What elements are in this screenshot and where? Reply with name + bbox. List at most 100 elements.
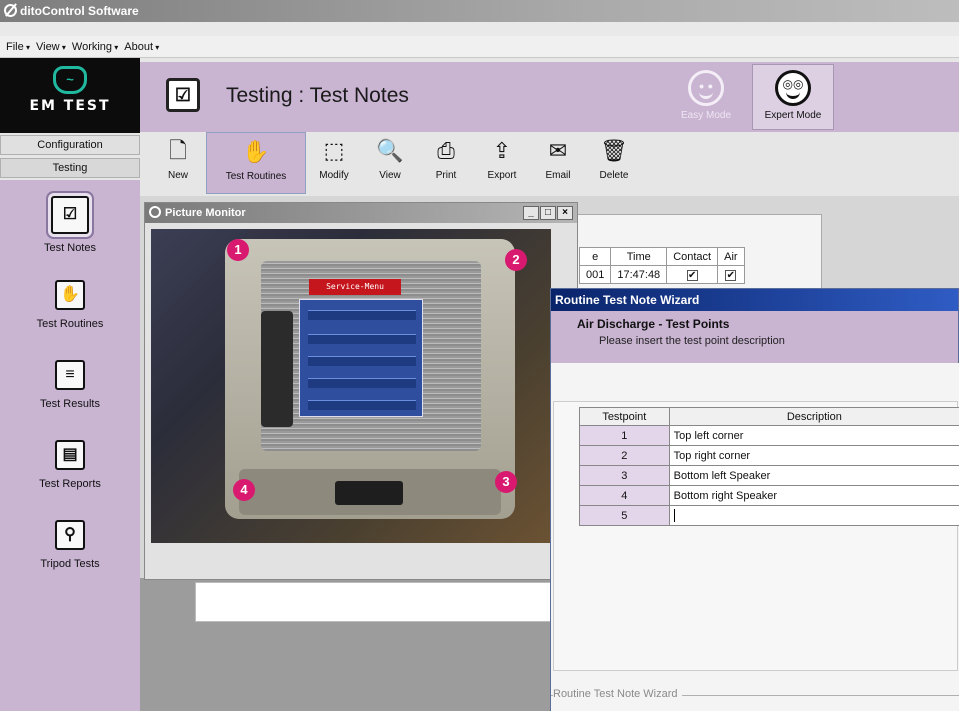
- tv-menu-line: [308, 334, 416, 344]
- menu-strip: [0, 22, 959, 36]
- glasses-smiley-icon: [775, 70, 811, 106]
- modify-button[interactable]: ⬚ Modify: [306, 132, 362, 194]
- export-label: Export: [487, 170, 517, 181]
- testpoint-number: 1: [579, 425, 670, 446]
- email-label: Email: [545, 170, 571, 181]
- envelope-icon: ✉: [548, 139, 568, 164]
- menu-working[interactable]: Working: [72, 41, 118, 53]
- toolbar: 🗋 New ✋ Test Routines ⬚ Modify 🔍 View ⎙ …: [140, 132, 959, 196]
- table-row[interactable]: 2 Top right corner: [579, 445, 959, 466]
- page-title: Testing : Test Notes: [226, 84, 409, 107]
- wizard-titlebar[interactable]: Routine Test Note Wizard: [551, 289, 958, 311]
- test-routines-button[interactable]: ✋ Test Routines: [206, 132, 306, 194]
- wizard-heading: Air Discharge - Test Points: [577, 317, 730, 331]
- wizard-group-box: Routine Test Note Wizard: [551, 688, 959, 700]
- column-header-testpoint[interactable]: Testpoint: [579, 407, 670, 426]
- title-bar: ditoControl Software: [0, 0, 959, 22]
- air-checkbox[interactable]: ✔: [717, 265, 745, 284]
- text-cursor: [673, 509, 675, 522]
- table-row[interactable]: 1 Top left corner: [579, 425, 959, 446]
- sidebar-item-test-routines[interactable]: ✋ Test Routines: [0, 270, 140, 348]
- test-routines-label: Test Routines: [225, 171, 287, 182]
- testpoint-number: 5: [579, 505, 670, 526]
- checkmark-icon: ✔: [686, 269, 698, 281]
- testpoint-number: 4: [579, 485, 670, 506]
- tv-menu-line: [308, 310, 416, 320]
- table-cell: 001: [578, 265, 612, 284]
- expert-mode-label: Expert Mode: [764, 110, 822, 121]
- sidebar-item-test-reports[interactable]: ▤ Test Reports: [0, 430, 140, 508]
- printer-icon: ⎙: [437, 139, 455, 164]
- contact-checkbox[interactable]: ✔: [666, 265, 719, 284]
- wizard-group-label: Routine Test Note Wizard: [553, 688, 682, 700]
- tripod-icon: ⚲: [55, 520, 85, 550]
- test-notes-icon: ☑: [51, 196, 89, 234]
- column-header-description[interactable]: Description: [668, 407, 959, 426]
- test-point-marker-1: 1: [227, 239, 249, 261]
- new-label: New: [167, 170, 188, 181]
- close-icon[interactable]: ×: [557, 206, 573, 220]
- sidebar-item-test-notes[interactable]: ☑ Test Notes: [0, 180, 140, 258]
- description-cell[interactable]: Bottom left Speaker: [668, 465, 959, 486]
- tv-photo: Service-Menu 1 2 3 4: [151, 229, 551, 543]
- table-cell: 17:47:48: [610, 265, 668, 284]
- description-input[interactable]: [668, 505, 959, 526]
- tab-configuration[interactable]: Configuration: [0, 135, 140, 155]
- column-header[interactable]: Contact: [666, 247, 719, 266]
- email-button[interactable]: ✉ Email: [530, 132, 586, 194]
- report-icon: ▤: [55, 440, 85, 470]
- sidebar-item-tripod-tests[interactable]: ⚲ Tripod Tests: [0, 510, 140, 588]
- table-row[interactable]: 4 Bottom right Speaker: [579, 485, 959, 506]
- tv-menu-title: Service-Menu: [309, 279, 401, 295]
- menu-file[interactable]: File: [6, 41, 30, 53]
- tv-body: Service-Menu: [225, 239, 515, 519]
- app-title: ditoControl Software: [20, 4, 139, 18]
- tab-testing[interactable]: Testing: [0, 158, 140, 178]
- print-label: Print: [435, 170, 457, 181]
- column-header[interactable]: Time: [610, 247, 668, 266]
- menu-bar: File View Working About: [0, 36, 959, 58]
- column-header[interactable]: e: [578, 247, 612, 266]
- notes-field[interactable]: [195, 582, 555, 622]
- easy-mode-button[interactable]: Easy Mode: [668, 66, 744, 128]
- export-button[interactable]: ⇪ Export: [474, 132, 530, 194]
- description-cell[interactable]: Top left corner: [668, 425, 959, 446]
- easy-mode-label: Easy Mode: [680, 110, 732, 121]
- testpoint-number: 2: [579, 445, 670, 466]
- tv-menu-line: [308, 356, 416, 366]
- description-cell[interactable]: Top right corner: [668, 445, 959, 466]
- minimize-icon[interactable]: _: [523, 206, 539, 220]
- new-button[interactable]: 🗋 New: [150, 132, 206, 194]
- expert-mode-button[interactable]: Expert Mode: [752, 64, 834, 130]
- table-row[interactable]: 3 Bottom left Speaker: [579, 465, 959, 486]
- em-test-logo-icon: ~: [53, 66, 87, 94]
- description-cell[interactable]: Bottom right Speaker: [668, 485, 959, 506]
- page-header: ☑ Testing : Test Notes Easy Mode Expert …: [140, 62, 959, 132]
- delete-button[interactable]: 🗑 Delete: [586, 132, 642, 194]
- modify-label: Modify: [319, 170, 349, 181]
- tv-menu-line: [308, 400, 416, 410]
- menu-view[interactable]: View: [36, 41, 66, 53]
- checkmark-icon: ✔: [725, 269, 737, 281]
- tv-menu-box: [299, 299, 423, 417]
- table-row[interactable]: 001 17:47:48 ✔ ✔: [578, 265, 745, 284]
- view-button[interactable]: 🔍 View: [362, 132, 418, 194]
- print-button[interactable]: ⎙ Print: [418, 132, 474, 194]
- app-icon: [4, 4, 17, 17]
- wizard-window: Routine Test Note Wizard Air Discharge -…: [550, 288, 959, 711]
- testpoint-number: 3: [579, 465, 670, 486]
- export-icon: ⇪: [492, 139, 512, 164]
- picture-monitor-titlebar[interactable]: Picture Monitor _ □ ×: [145, 203, 577, 223]
- app-window: ditoControl Software File View Working A…: [0, 0, 959, 711]
- magnifier-icon: 🔍: [376, 139, 404, 164]
- table-row[interactable]: 5: [579, 505, 959, 526]
- column-header[interactable]: Air: [717, 247, 745, 266]
- sidebar: ☑ Test Notes ✋ Test Routines ≡ Test Resu…: [0, 180, 140, 711]
- new-document-icon: 🗋: [169, 139, 187, 164]
- trash-icon: 🗑: [600, 139, 628, 164]
- sidebar-item-test-results[interactable]: ≡ Test Results: [0, 350, 140, 428]
- maximize-icon[interactable]: □: [540, 206, 556, 220]
- hand-icon: ✋: [55, 280, 85, 310]
- menu-about[interactable]: About: [124, 41, 159, 53]
- hand-icon: ✋: [242, 140, 270, 165]
